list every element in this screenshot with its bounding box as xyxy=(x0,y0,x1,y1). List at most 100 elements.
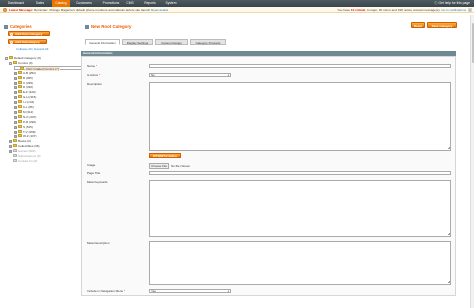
reset-button[interactable]: Reset xyxy=(411,22,425,28)
image-label: Image xyxy=(87,163,96,167)
collapse-toggle-icon[interactable]: - xyxy=(5,57,8,60)
tree-node[interactable]: + K-L (86) xyxy=(14,105,34,109)
page-title-input[interactable] xyxy=(149,170,451,175)
summary-suffix: unread message(s). xyxy=(412,8,441,12)
read-details-link[interactable]: Read details xyxy=(151,8,168,12)
add-subcategory-button[interactable]: + Add Subcategory xyxy=(8,39,47,44)
tree-node[interactable]: + W-Z (107) xyxy=(14,134,36,139)
expand-toggle-icon[interactable]: + xyxy=(14,120,17,124)
expand-toggle-icon[interactable]: + xyxy=(14,135,17,139)
resize-handle-icon[interactable] xyxy=(447,147,450,149)
resize-handle-icon[interactable] xyxy=(447,281,450,283)
tab-general-information[interactable]: General Information xyxy=(85,39,120,45)
image-file-input[interactable]: Choose File No file chosen xyxy=(149,163,190,169)
expand-toggle-icon[interactable]: + xyxy=(14,125,17,129)
expand-toggle-icon[interactable]: + xyxy=(9,140,12,144)
folder-icon xyxy=(4,24,8,29)
expand-toggle-icon[interactable]: + xyxy=(14,76,17,80)
tree-node[interactable]: + Games (683) xyxy=(9,149,36,154)
no-file-chosen-text: No file chosen xyxy=(171,164,191,168)
wysiwyg-editor-button[interactable]: WYSIWYG Editor xyxy=(149,153,181,158)
close-icon[interactable]: x xyxy=(468,8,472,12)
tree-node[interactable]: + M (312) xyxy=(14,109,33,114)
tree-node[interactable]: + C (295) xyxy=(14,80,34,85)
chevron-down-icon: ▾ xyxy=(227,289,229,293)
nav-item-customers[interactable]: Customers xyxy=(73,0,95,7)
expand-toggle-icon[interactable]: + xyxy=(14,91,17,95)
tree-node[interactable]: Subscriptions (0) xyxy=(9,154,41,158)
expand-all-link[interactable]: Expand All xyxy=(34,47,48,51)
message-summary: You have 10 critical, 4 major, 30 minor … xyxy=(337,8,466,12)
tree-node[interactable]: + T-V (268) xyxy=(14,129,36,134)
folder-icon xyxy=(18,75,22,79)
meta-description-textarea[interactable] xyxy=(149,240,451,285)
folder-icon xyxy=(13,139,17,143)
choose-file-button[interactable]: Choose File xyxy=(149,163,170,169)
expand-toggle-icon[interactable]: + xyxy=(14,96,17,100)
meta-keywords-textarea[interactable] xyxy=(149,179,451,237)
tree-node-label: Contact Us (0) xyxy=(18,158,38,163)
nav-item-system[interactable]: System xyxy=(163,0,179,7)
include-in-navigation-label: Include in Navigation Menu * xyxy=(87,289,125,293)
tree-node-label: Books (0) xyxy=(18,139,31,144)
tree-node-label: B (365) xyxy=(23,75,33,80)
save-category-button[interactable]: Save Category xyxy=(427,22,457,28)
collapse-all-link[interactable]: Collapse All xyxy=(16,47,32,51)
tree-node[interactable]: - Comics (0) xyxy=(9,60,33,65)
collapse-toggle-icon[interactable]: - xyxy=(9,61,12,65)
tree-controls: Collapse All | Expand All xyxy=(16,47,48,51)
tree-node[interactable]: + P-R (290) xyxy=(14,119,36,124)
tree-node[interactable]: + Collectibles (36) xyxy=(9,144,40,149)
categories-title: Categories xyxy=(4,24,32,29)
expand-toggle-icon[interactable]: + xyxy=(14,86,17,90)
nav-item-sales[interactable]: Sales xyxy=(33,0,47,7)
include-in-navigation-value: Yes xyxy=(151,288,156,293)
help-link[interactable]: ⓘ Get help for this page xyxy=(434,0,470,7)
is-active-select[interactable]: No ▾ xyxy=(149,72,231,77)
resize-handle-icon[interactable] xyxy=(447,233,450,235)
folder-icon xyxy=(13,154,17,157)
nav-item-catalog[interactable]: Catalog xyxy=(52,0,70,7)
expand-toggle-icon[interactable]: + xyxy=(14,71,17,75)
nav-item-dashboard[interactable]: Dashboard xyxy=(5,0,27,7)
tab-display-settings[interactable]: Display Settings xyxy=(122,39,153,45)
expand-toggle-icon[interactable]: + xyxy=(9,150,12,154)
tab-category-products[interactable]: Category Products xyxy=(190,39,226,45)
chevron-down-icon: ▾ xyxy=(227,73,229,77)
include-in-navigation-select[interactable]: Yes ▾ xyxy=(149,288,231,293)
tree-node[interactable]: + Books (0) xyxy=(9,139,31,144)
tree-node[interactable]: + S (515) xyxy=(14,124,33,129)
tree-node[interactable]: + E-F (320) xyxy=(14,90,36,95)
tree-node-label: A-B (252) xyxy=(23,70,36,75)
nav-item-reports[interactable]: Reports xyxy=(141,0,159,7)
add-root-category-button[interactable]: + Add Root Category xyxy=(8,31,50,36)
page-scrollbar[interactable] xyxy=(470,15,474,308)
tree-node[interactable]: Contact Us (0) xyxy=(9,158,38,163)
expand-toggle-icon[interactable]: + xyxy=(9,145,12,149)
expand-toggle-icon[interactable]: + xyxy=(14,115,17,119)
tree-node-label: Games (683) xyxy=(18,149,36,154)
expand-toggle-icon[interactable]: + xyxy=(14,110,17,114)
folder-icon xyxy=(18,124,22,128)
tree-node[interactable]: + N-O (207) xyxy=(14,114,36,119)
description-textarea[interactable] xyxy=(149,81,451,151)
go-to-notifications-link[interactable]: Go to notifications xyxy=(441,8,466,12)
nav-item-promotions[interactable]: Promotions xyxy=(99,0,123,7)
tab-custom-design[interactable]: Custom Design xyxy=(155,39,188,45)
name-input[interactable] xyxy=(149,63,451,68)
tree-node-label: G-H (315) xyxy=(23,95,37,100)
expand-toggle-icon[interactable]: + xyxy=(14,101,17,105)
expand-toggle-icon[interactable]: + xyxy=(14,106,17,109)
tree-node[interactable]: + I-J (144) xyxy=(14,100,34,105)
tree-node-label: C (295) xyxy=(23,80,34,85)
tree-node[interactable]: + B (365) xyxy=(14,75,33,80)
folder-icon xyxy=(18,80,22,84)
tree-node[interactable]: + D (336) xyxy=(14,85,33,90)
expand-toggle-icon[interactable]: + xyxy=(14,130,17,134)
notification-bar: ! Latest Message: Reminder: Change Magen… xyxy=(0,7,474,13)
tree-node[interactable]: - Default Category (0) xyxy=(5,56,41,60)
nav-item-cms[interactable]: CMS xyxy=(125,0,135,7)
tree-node[interactable]: + G-H (315) xyxy=(14,95,37,100)
expand-toggle-icon[interactable]: + xyxy=(14,81,17,85)
tree-node[interactable]: + A-B (252) xyxy=(14,70,36,75)
